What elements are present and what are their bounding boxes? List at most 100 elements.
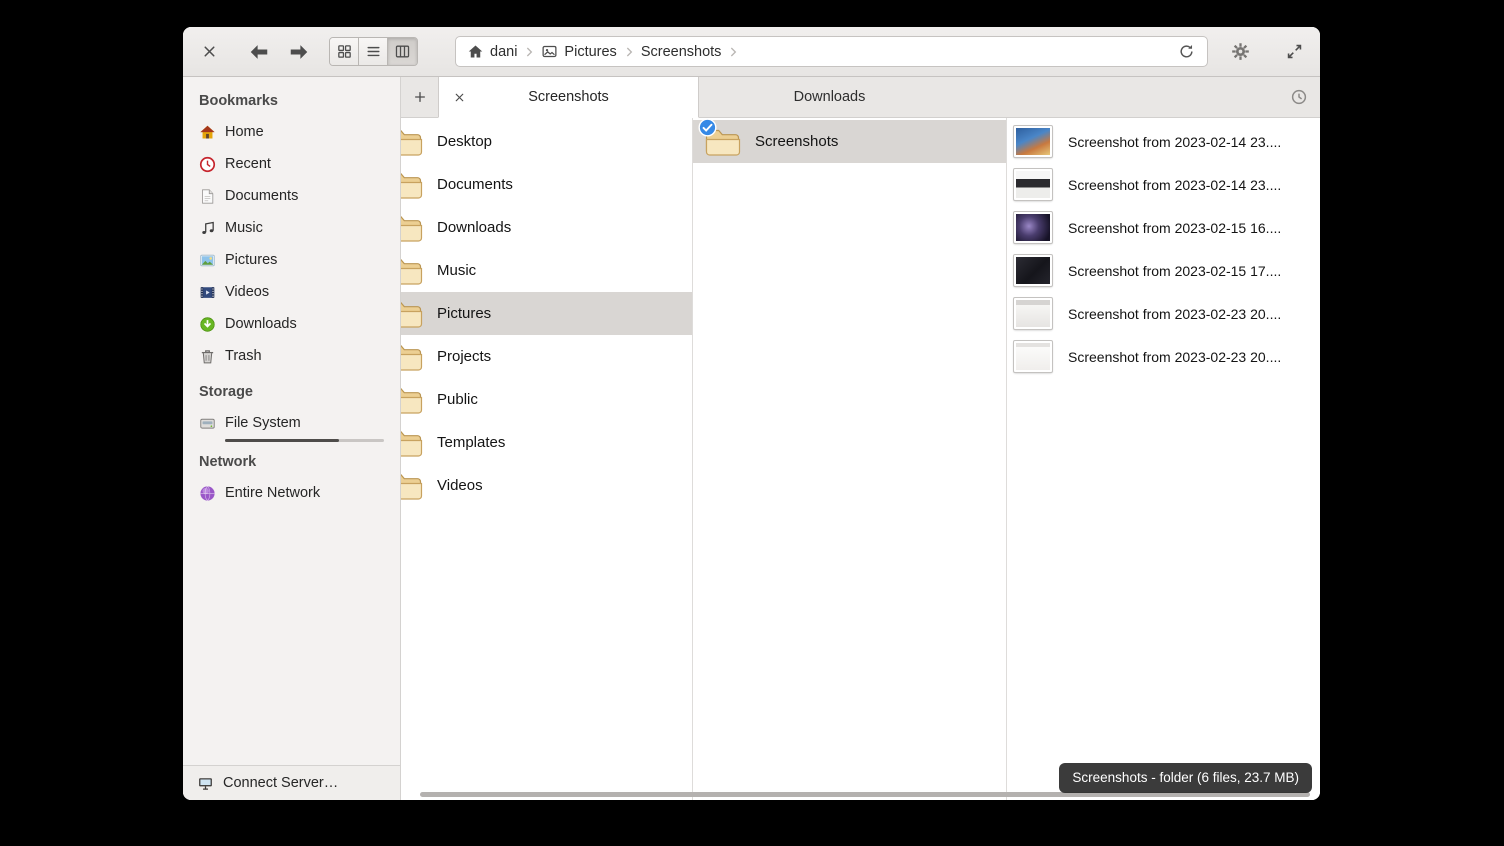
settings-button[interactable]	[1224, 36, 1256, 68]
disk-usage-bar	[225, 439, 384, 442]
sidebar-item-label: Pictures	[225, 252, 277, 268]
folder-name: Projects	[437, 348, 491, 365]
connect-server-button[interactable]: Connect Server…	[183, 765, 400, 800]
close-icon	[453, 91, 466, 104]
gear-icon	[1230, 41, 1251, 62]
tab-downloads[interactable]: Downloads	[699, 77, 960, 117]
path-bar[interactable]: dani Pictures Screenshots	[455, 36, 1208, 67]
folder-icon	[401, 299, 423, 329]
file-row[interactable]: Screenshot from 2023-02-14 23....	[1007, 120, 1320, 163]
window-body: BookmarksHomeRecentDocumentsMusicPicture…	[183, 77, 1320, 800]
sidebar-item-label: File System	[225, 415, 301, 431]
folder-row-desktop[interactable]: Desktop	[401, 120, 692, 163]
folder-icon	[401, 256, 423, 286]
filesystem-icon	[199, 415, 216, 432]
desktop-background: dani Pictures Screenshots BookmarksHomeRec…	[0, 0, 1504, 846]
folder-icon-clip	[401, 254, 423, 288]
column-view-button[interactable]	[388, 38, 417, 65]
close-icon	[201, 43, 218, 60]
disk-usage-fill	[225, 439, 339, 442]
selected-folder-icon	[705, 127, 741, 157]
sidebar-item-label: Trash	[225, 348, 262, 364]
sidebar-item-file-system[interactable]: File System	[183, 407, 400, 439]
forward-arrow-icon	[288, 41, 310, 63]
grid-view-button[interactable]	[330, 38, 359, 65]
folder-row-projects[interactable]: Projects	[401, 335, 692, 378]
sidebar-item-label: Downloads	[225, 316, 297, 332]
file-row[interactable]: Screenshot from 2023-02-23 20....	[1007, 335, 1320, 378]
file-name: Screenshot from 2023-02-15 17....	[1068, 263, 1281, 279]
file-name: Screenshot from 2023-02-23 20....	[1068, 306, 1281, 322]
history-button[interactable]	[1278, 77, 1320, 117]
music-icon	[199, 220, 216, 237]
recent-icon	[199, 156, 216, 173]
folder-row-downloads[interactable]: Downloads	[401, 206, 692, 249]
breadcrumb-item-dani[interactable]: dani	[464, 43, 520, 60]
sidebar-item-pictures[interactable]: Pictures	[183, 244, 400, 276]
list-view-button[interactable]	[359, 38, 388, 65]
downloads-icon	[199, 316, 216, 333]
folder-icon	[401, 170, 423, 200]
plus-icon	[412, 89, 428, 105]
folder-icon-clip	[401, 125, 423, 159]
folder-row-templates[interactable]: Templates	[401, 421, 692, 464]
sidebar-item-recent[interactable]: Recent	[183, 148, 400, 180]
forward-button[interactable]	[283, 36, 315, 68]
tab-bar: Screenshots Downloads	[401, 77, 1320, 118]
sidebar-item-label: Videos	[225, 284, 269, 300]
fullscreen-button[interactable]	[1278, 36, 1310, 68]
tab-screenshots[interactable]: Screenshots	[438, 77, 699, 118]
grid-view-icon	[336, 43, 353, 60]
file-name: Screenshot from 2023-02-23 20....	[1068, 349, 1281, 365]
server-icon	[197, 775, 214, 792]
folder-row-pictures[interactable]: Pictures	[401, 292, 692, 335]
connect-server-label: Connect Server…	[223, 775, 338, 791]
folder-name: Desktop	[437, 133, 492, 150]
column-screenshots-files: Screenshot from 2023-02-14 23....Screens…	[1007, 118, 1320, 800]
chevron-icon	[521, 44, 537, 60]
folder-name: Templates	[437, 434, 505, 451]
sidebar-item-entire-network[interactable]: Entire Network	[183, 477, 400, 509]
sidebar-item-home[interactable]: Home	[183, 116, 400, 148]
folder-name: Public	[437, 391, 478, 408]
folder-icon-clip	[401, 383, 423, 417]
sidebar-item-trash[interactable]: Trash	[183, 340, 400, 372]
file-row[interactable]: Screenshot from 2023-02-14 23....	[1007, 163, 1320, 206]
view-switcher	[329, 37, 418, 66]
folder-row-videos[interactable]: Videos	[401, 464, 692, 507]
folder-row-music[interactable]: Music	[401, 249, 692, 292]
breadcrumb-item-screenshots[interactable]: Screenshots	[638, 44, 725, 60]
folder-icon-clip	[401, 426, 423, 460]
file-name: Screenshot from 2023-02-14 23....	[1068, 134, 1281, 150]
sidebar-item-downloads[interactable]: Downloads	[183, 308, 400, 340]
miller-columns: Desktop DocumentsDownloads Music Pictures Pr…	[401, 118, 1320, 800]
sidebar-item-label: Documents	[225, 188, 298, 204]
breadcrumb-item-pictures[interactable]: Pictures	[538, 43, 619, 60]
refresh-button[interactable]	[1173, 39, 1199, 65]
videos-icon	[199, 284, 216, 301]
tab-close-button[interactable]	[447, 85, 471, 109]
folder-icon	[401, 213, 423, 243]
main-content: Screenshots Downloads DesktopDocumentsDo…	[401, 77, 1320, 800]
folder-row-screenshots[interactable]: Screenshots	[693, 120, 1006, 163]
folder-row-public[interactable]: Public	[401, 378, 692, 421]
folder-icon-clip	[401, 297, 423, 331]
trash-icon	[199, 348, 216, 365]
folder-row-documents[interactable]: Documents	[401, 163, 692, 206]
column-home-folders: Desktop DocumentsDownloads Music Pictures Pr…	[401, 118, 693, 800]
column-pictures: Screenshots	[693, 118, 1007, 800]
sidebar: BookmarksHomeRecentDocumentsMusicPicture…	[183, 77, 401, 800]
sidebar-item-music[interactable]: Music	[183, 212, 400, 244]
folder-icon	[401, 342, 423, 372]
folder-name: Music	[437, 262, 476, 279]
sidebar-item-videos[interactable]: Videos	[183, 276, 400, 308]
breadcrumb-label: Pictures	[564, 44, 616, 60]
breadcrumb-label: Screenshots	[641, 44, 722, 60]
back-button[interactable]	[243, 36, 275, 68]
file-row[interactable]: Screenshot from 2023-02-15 17....	[1007, 249, 1320, 292]
close-window-button[interactable]	[193, 36, 225, 68]
sidebar-item-documents[interactable]: Documents	[183, 180, 400, 212]
file-row[interactable]: Screenshot from 2023-02-23 20....	[1007, 292, 1320, 335]
new-tab-button[interactable]	[401, 77, 438, 117]
file-row[interactable]: Screenshot from 2023-02-15 16....	[1007, 206, 1320, 249]
